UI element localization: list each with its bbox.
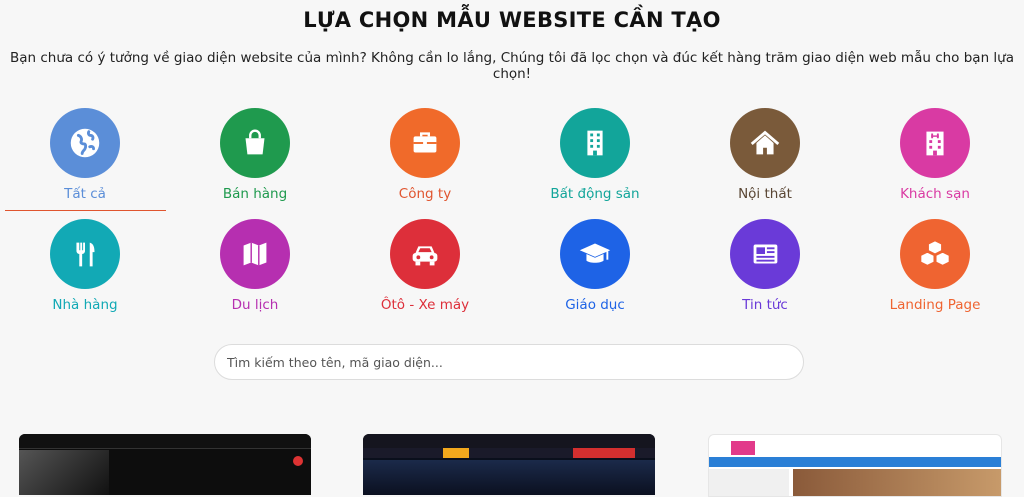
category-label: Nội thất: [738, 186, 792, 202]
category-label: Tất cả: [64, 186, 106, 202]
template-thumbnail[interactable]: [708, 434, 1002, 497]
category-khach-san[interactable]: Khách sạn: [850, 108, 1020, 202]
car-icon: [390, 219, 460, 289]
category-giao-duc[interactable]: Giáo dục: [510, 219, 680, 313]
category-all[interactable]: Tất cả: [0, 108, 170, 202]
category-noi-that[interactable]: Nội thất: [680, 108, 850, 202]
page-subtitle: Bạn chưa có ý tưởng về giao diện website…: [9, 50, 1015, 82]
graduation-cap-icon: [560, 219, 630, 289]
category-du-lich[interactable]: Du lịch: [170, 219, 340, 313]
category-cong-ty[interactable]: Công ty: [340, 108, 510, 202]
search-input[interactable]: [214, 344, 804, 380]
category-label: Ôtô - Xe máy: [380, 297, 470, 313]
briefcase-icon: [390, 108, 460, 178]
category-nha-hang[interactable]: Nhà hàng: [0, 219, 170, 313]
category-label: Bất động sản: [550, 186, 640, 202]
globe-icon: [50, 108, 120, 178]
category-label: Tin tức: [742, 297, 788, 313]
category-label: Khách sạn: [900, 186, 970, 202]
template-thumbnail[interactable]: [19, 434, 311, 495]
shopping-bag-icon: [220, 108, 290, 178]
boxes-icon: [900, 219, 970, 289]
category-label: Landing Page: [889, 297, 981, 313]
hotel-icon: [900, 108, 970, 178]
category-ban-hang[interactable]: Bán hàng: [170, 108, 340, 202]
template-thumbnail[interactable]: [363, 434, 655, 495]
house-icon: [730, 108, 800, 178]
category-label: Giáo dục: [565, 297, 625, 313]
category-landing-page[interactable]: Landing Page: [850, 219, 1020, 313]
category-oto-xe-may[interactable]: Ôtô - Xe máy: [340, 219, 510, 313]
newspaper-icon: [730, 219, 800, 289]
category-label: Công ty: [398, 186, 452, 202]
active-tab-underline: [5, 210, 166, 211]
category-label: Du lịch: [231, 297, 279, 313]
category-label: Bán hàng: [222, 186, 288, 202]
category-bat-dong-san[interactable]: Bất động sản: [510, 108, 680, 202]
map-icon: [220, 219, 290, 289]
category-tin-tuc[interactable]: Tin tức: [680, 219, 850, 313]
page-title: LỰA CHỌN MẪU WEBSITE CẦN TẠO: [303, 8, 721, 32]
building-icon: [560, 108, 630, 178]
category-label: Nhà hàng: [52, 297, 118, 313]
fork-knife-icon: [50, 219, 120, 289]
